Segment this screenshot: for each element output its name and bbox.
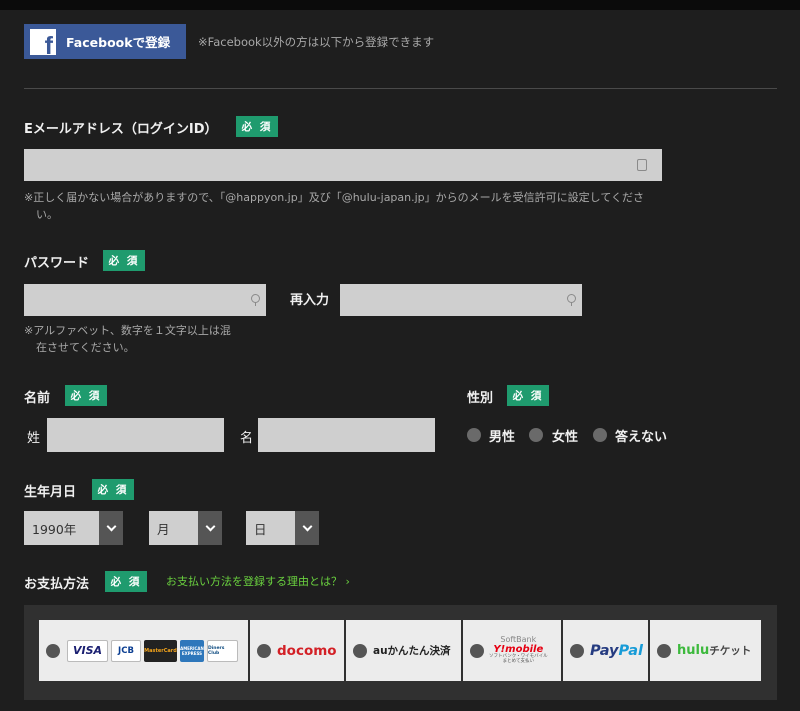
birth-year-select[interactable]: 1990年 xyxy=(24,511,123,545)
docomo-logo: docomo xyxy=(277,642,337,659)
mastercard-logo: MasterCard xyxy=(144,639,177,662)
facebook-note: ※Facebook以外の方は以下から登録できます xyxy=(198,35,435,49)
payment-required-badge: 必 須 xyxy=(105,571,147,592)
payment-option-paypal[interactable]: PayPal xyxy=(563,620,648,681)
last-name-input[interactable] xyxy=(47,418,224,452)
payment-radio[interactable] xyxy=(570,643,584,658)
gender-required-badge: 必 須 xyxy=(507,385,549,406)
password-reveal-icon[interactable] xyxy=(250,294,260,306)
hulu-ticket-logo: huluチケット xyxy=(677,643,752,658)
payment-radio[interactable] xyxy=(46,643,60,658)
password-input[interactable] xyxy=(24,284,266,316)
payment-option-hulu-ticket[interactable]: huluチケット xyxy=(650,620,761,681)
chevron-down-icon xyxy=(295,511,319,545)
facebook-signup-button[interactable]: f Facebookで登録 xyxy=(24,24,186,59)
birthday-label: 生年月日 xyxy=(24,485,77,500)
visa-logo: VISA xyxy=(67,639,108,662)
gender-female-label: 女性 xyxy=(552,430,579,445)
autofill-icon[interactable] xyxy=(637,159,647,171)
payment-option-credit-card[interactable]: VISA JCB MasterCard AMERICAN EXPRESS Din… xyxy=(39,620,248,681)
paypal-logo: PayPal xyxy=(590,642,643,659)
gender-female-radio[interactable] xyxy=(529,428,543,442)
payment-radio[interactable] xyxy=(470,643,484,658)
password-required-badge: 必 須 xyxy=(103,250,145,271)
facebook-signup-label: Facebookで登録 xyxy=(66,35,171,50)
payment-option-docomo[interactable]: docomo xyxy=(250,620,344,681)
email-note: ※正しく届かない場合がありますので、「@happyon.jp」及び「@hulu-… xyxy=(24,191,645,221)
last-name-label: 姓 xyxy=(27,431,41,446)
gender-none-label: 答えない xyxy=(615,430,668,445)
birth-day-select[interactable]: 日 xyxy=(246,511,319,545)
gender-none-radio[interactable] xyxy=(593,428,607,442)
au-logo: auかんたん決済 xyxy=(373,645,451,657)
gender-male-radio[interactable] xyxy=(467,428,481,442)
name-label: 名前 xyxy=(24,391,51,406)
birthday-required-badge: 必 須 xyxy=(92,479,134,500)
chevron-down-icon xyxy=(198,511,222,545)
divider xyxy=(24,88,777,89)
payment-reason-link[interactable]: お支払い方法を登録する理由とは？ › xyxy=(166,573,350,589)
diners-logo: Diners Club xyxy=(207,639,238,662)
chevron-down-icon xyxy=(99,511,123,545)
password-confirm-input[interactable] xyxy=(340,284,582,316)
password-confirm-label: 再入力 xyxy=(290,293,330,308)
gender-label: 性別 xyxy=(467,391,494,406)
payment-option-softbank[interactable]: SoftBank Y!mobile ソフトバンク・ワイモバイル まとめて支払い xyxy=(463,620,561,681)
softbank-ymobile-logo: SoftBank Y!mobile ソフトバンク・ワイモバイル まとめて支払い xyxy=(489,634,548,665)
payment-label: お支払方法 xyxy=(24,577,90,592)
password-confirm-reveal-icon[interactable] xyxy=(566,294,576,306)
birth-month-select[interactable]: 月 xyxy=(149,511,222,545)
payment-radio[interactable] xyxy=(353,643,367,658)
amex-logo: AMERICAN EXPRESS xyxy=(180,639,204,662)
facebook-logo-icon: f xyxy=(30,28,56,55)
jcb-logo: JCB xyxy=(111,639,141,662)
email-required-badge: 必 須 xyxy=(236,116,278,137)
name-required-badge: 必 須 xyxy=(65,385,107,406)
payment-option-au[interactable]: auかんたん決済 xyxy=(346,620,461,681)
first-name-label: 名 xyxy=(240,431,254,446)
email-input[interactable] xyxy=(24,149,662,181)
top-bar xyxy=(0,0,800,10)
first-name-input[interactable] xyxy=(258,418,435,452)
email-label: Eメールアドレス（ログインID） xyxy=(24,122,218,137)
gender-male-label: 男性 xyxy=(489,430,516,445)
password-note: ※アルファベット、数字を１文字以上は混 在させてください。 xyxy=(24,324,231,354)
payment-radio[interactable] xyxy=(257,643,271,658)
password-label: パスワード xyxy=(24,256,90,271)
payment-radio[interactable] xyxy=(657,643,671,658)
